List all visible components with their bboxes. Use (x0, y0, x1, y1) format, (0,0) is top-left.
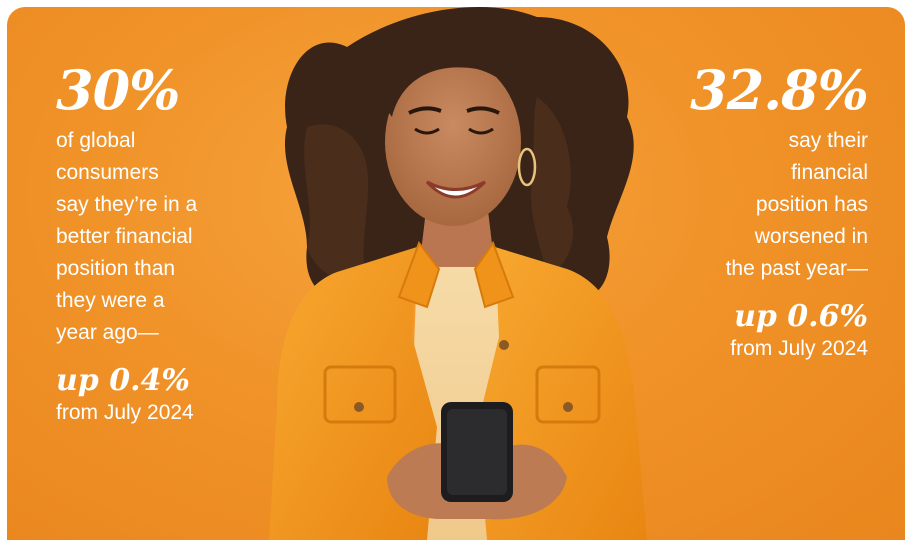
stat-right-line: position has (755, 193, 868, 216)
stat-right-line: financial (790, 161, 868, 184)
button-right-shape (563, 402, 573, 412)
stat-left-value: 30% (56, 58, 180, 122)
stat-left-line: consumers (56, 161, 159, 184)
stat-right: 32.8% say their financial position has w… (648, 58, 869, 362)
stat-left-line: position than (56, 257, 176, 280)
stat-left: 30% of global consumers say they’re in a… (56, 63, 266, 426)
stat-left-line: of global (56, 129, 136, 152)
stat-right-change: up 0.6% (734, 299, 868, 334)
stat-left-line: better financial (56, 225, 193, 248)
button-chest-shape (499, 340, 509, 350)
stat-left-description: of global consumers say they’re in a bet… (56, 125, 266, 349)
button-left-shape (354, 402, 364, 412)
page: 30% of global consumers say they’re in a… (0, 0, 905, 540)
hair-curls-left (304, 124, 369, 281)
stat-right-line: the past year— (725, 257, 868, 280)
hero-card: 30% of global consumers say they’re in a… (7, 7, 905, 540)
stat-left-since: from July 2024 (56, 401, 194, 424)
stat-left-line: say they’re in a (56, 193, 198, 216)
stat-right-since: from July 2024 (730, 337, 868, 360)
stat-left-line: year ago— (56, 321, 159, 344)
stat-left-change: up 0.4% (56, 363, 190, 398)
phone-screen-shape (447, 409, 507, 495)
stat-right-line: say their (788, 129, 868, 152)
stat-right-line: worsened in (754, 225, 868, 248)
stat-right-description: say their financial position has worsene… (648, 125, 868, 285)
stat-right-value: 32.8% (690, 58, 869, 122)
stat-left-line: they were a (56, 289, 165, 312)
